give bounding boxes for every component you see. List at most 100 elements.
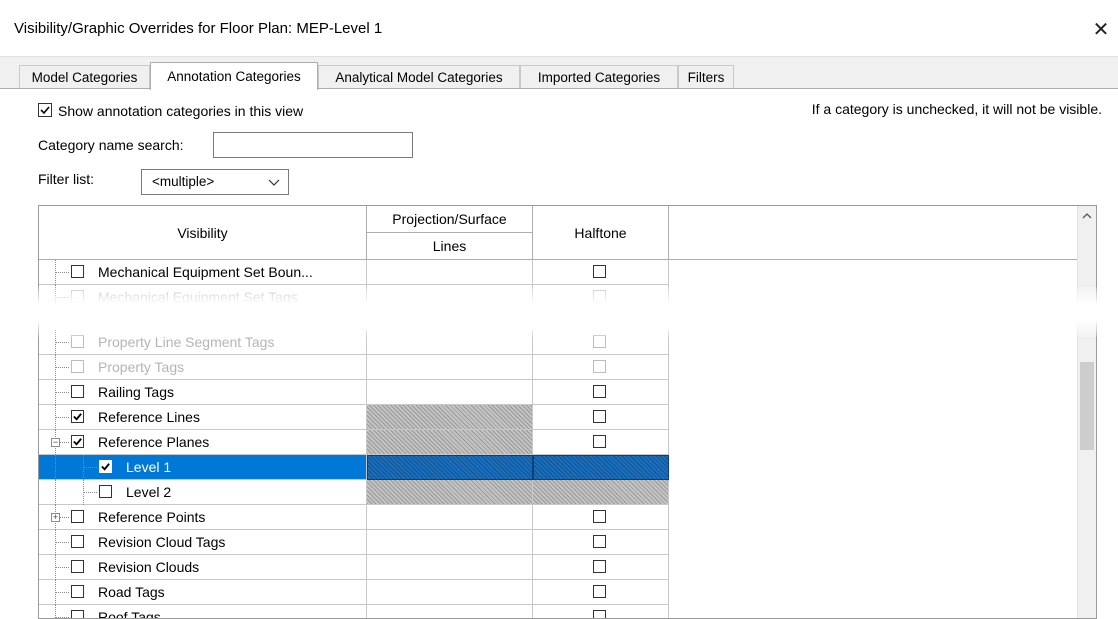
projection-lines-cell[interactable] <box>367 505 533 530</box>
table-row[interactable]: Revision Cloud Tags <box>39 530 1079 555</box>
tab-filters[interactable]: Filters <box>678 65 734 89</box>
visibility-checkbox[interactable] <box>71 560 84 573</box>
projection-lines-cell[interactable] <box>367 405 533 430</box>
projection-lines-cell[interactable] <box>367 355 533 380</box>
visibility-checkbox[interactable] <box>71 510 84 523</box>
table-row[interactable]: Revision Clouds <box>39 555 1079 580</box>
table-row[interactable]: Level 1 <box>39 455 1079 480</box>
annotation-categories-panel: Show annotation categories in this view … <box>0 88 1118 619</box>
visibility-checkbox[interactable] <box>71 290 84 303</box>
visibility-checkbox[interactable] <box>71 265 84 278</box>
projection-lines-cell[interactable] <box>367 330 533 355</box>
collapse-icon[interactable]: − <box>51 438 60 447</box>
projection-lines-cell[interactable] <box>367 455 533 480</box>
category-label: Property Tags <box>98 359 185 375</box>
halftone-checkbox[interactable] <box>593 585 606 598</box>
visibility-cell: Roof Tags <box>39 605 367 618</box>
tree-connector <box>55 417 69 418</box>
tree-connector <box>55 272 69 273</box>
projection-lines-cell[interactable] <box>367 555 533 580</box>
table-row[interactable]: Roof Tags <box>39 605 1079 618</box>
halftone-checkbox[interactable] <box>593 290 606 303</box>
visibility-cell: Mechanical Equipment Set Boun... <box>39 260 367 285</box>
tree-connector <box>55 555 56 580</box>
visibility-checkbox[interactable] <box>71 335 84 348</box>
projection-lines-cell[interactable] <box>367 605 533 618</box>
halftone-checkbox[interactable] <box>593 265 606 278</box>
filter-list-dropdown[interactable]: <multiple> <box>141 169 289 195</box>
scroll-up-icon[interactable] <box>1078 206 1096 226</box>
category-label: Reference Lines <box>98 409 200 425</box>
tab-model-categories[interactable]: Model Categories <box>19 65 150 89</box>
visibility-checkbox[interactable] <box>71 410 84 423</box>
header-visibility[interactable]: Visibility <box>39 206 367 260</box>
halftone-cell <box>533 480 669 505</box>
visibility-checkbox[interactable] <box>71 435 84 448</box>
category-label: Property Line Segment Tags <box>98 334 275 350</box>
projection-lines-cell[interactable] <box>367 480 533 505</box>
header-lines[interactable]: Lines <box>367 233 533 260</box>
visibility-cell: Railing Tags <box>39 380 367 405</box>
category-label: Railing Tags <box>98 384 175 400</box>
visibility-cell: Revision Clouds <box>39 555 367 580</box>
table-row[interactable]: Property Tags <box>39 355 1079 380</box>
table-row[interactable]: + Reference Points <box>39 505 1079 530</box>
halftone-checkbox[interactable] <box>593 435 606 448</box>
visibility-checkbox[interactable] <box>99 485 112 498</box>
table-row[interactable]: Mechanical Equipment Set Tags <box>39 285 1079 310</box>
expand-icon[interactable]: + <box>51 513 60 522</box>
halftone-checkbox[interactable] <box>593 410 606 423</box>
visibility-cell: − Reference Planes <box>39 430 367 455</box>
visibility-cell: Revision Cloud Tags <box>39 530 367 555</box>
table-row[interactable]: Property Line Segment Tags <box>39 330 1079 355</box>
table-row[interactable]: Mechanical Equipment Set Boun... <box>39 260 1079 285</box>
halftone-checkbox[interactable] <box>593 560 606 573</box>
vertical-scrollbar[interactable] <box>1077 206 1096 618</box>
header-halftone[interactable]: Halftone <box>533 206 669 260</box>
table-row[interactable]: Road Tags <box>39 580 1079 605</box>
category-label: Reference Planes <box>98 434 210 450</box>
table-row[interactable]: Level 2 <box>39 480 1079 505</box>
tree-connector <box>83 455 84 480</box>
window-title: Visibility/Graphic Overrides for Floor P… <box>14 20 383 37</box>
checkmark-icon <box>40 106 50 115</box>
projection-lines-cell[interactable] <box>367 580 533 605</box>
visibility-checkbox[interactable] <box>99 460 112 473</box>
projection-lines-cell[interactable] <box>367 260 533 285</box>
tab-annotation-categories[interactable]: Annotation Categories <box>150 62 318 90</box>
projection-lines-cell[interactable] <box>367 380 533 405</box>
visibility-checkbox[interactable] <box>71 585 84 598</box>
category-label: Mechanical Equipment Set Boun... <box>98 264 313 280</box>
tree-connector <box>55 260 56 285</box>
tab-analytical-model-categories[interactable]: Analytical Model Categories <box>318 65 520 89</box>
visibility-cell: Reference Lines <box>39 405 367 430</box>
close-icon[interactable]: ✕ <box>1088 16 1114 42</box>
tree-connector <box>55 480 56 505</box>
category-search-label: Category name search: <box>38 137 184 153</box>
scrollbar-thumb[interactable] <box>1080 362 1094 450</box>
filter-list-label: Filter list: <box>38 171 94 187</box>
projection-lines-cell[interactable] <box>367 430 533 455</box>
tree-connector <box>55 367 69 368</box>
halftone-checkbox[interactable] <box>593 385 606 398</box>
halftone-checkbox[interactable] <box>593 535 606 548</box>
halftone-checkbox[interactable] <box>593 360 606 373</box>
visibility-checkbox[interactable] <box>71 535 84 548</box>
projection-lines-cell[interactable] <box>367 285 533 310</box>
tab-imported-categories[interactable]: Imported Categories <box>520 65 678 89</box>
checkmark-icon <box>73 438 82 446</box>
table-row[interactable]: Reference Lines <box>39 405 1079 430</box>
visibility-cell: Property Line Segment Tags <box>39 330 367 355</box>
halftone-checkbox[interactable] <box>593 335 606 348</box>
category-search-input[interactable] <box>213 132 413 158</box>
tree-connector <box>55 605 56 618</box>
projection-lines-cell[interactable] <box>367 530 533 555</box>
tree-connector <box>55 455 56 480</box>
category-label: Mechanical Equipment Set Tags <box>98 289 298 305</box>
table-row[interactable]: Railing Tags <box>39 380 1079 405</box>
visibility-checkbox[interactable] <box>71 385 84 398</box>
show-annotation-checkbox[interactable] <box>38 103 52 117</box>
table-row[interactable]: − Reference Planes <box>39 430 1079 455</box>
visibility-checkbox[interactable] <box>71 360 84 373</box>
halftone-checkbox[interactable] <box>593 510 606 523</box>
